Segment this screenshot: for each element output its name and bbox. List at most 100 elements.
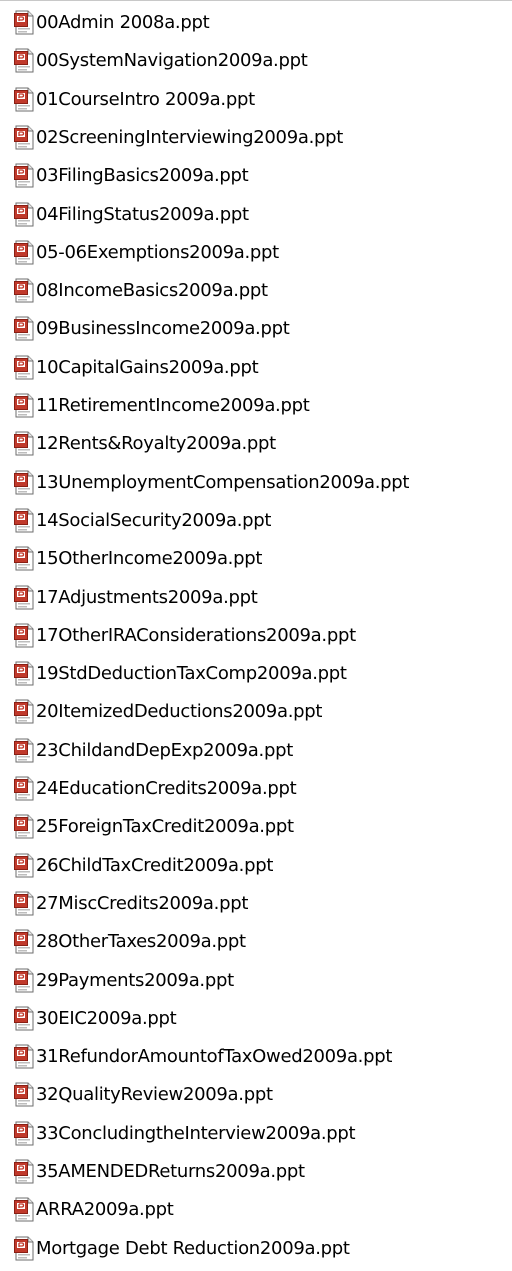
file-row[interactable]: 17Adjustments2009a.ppt <box>0 579 512 617</box>
powerpoint-file-icon[interactable] <box>14 661 35 686</box>
file-row[interactable]: 11RetirementIncome2009a.ppt <box>0 387 512 425</box>
file-row[interactable]: 26ChildTaxCredit2009a.ppt <box>0 847 512 885</box>
powerpoint-file-icon[interactable] <box>14 1082 35 1107</box>
file-row[interactable]: 17OtherIRAConsiderations2009a.ppt <box>0 617 512 655</box>
file-name[interactable]: 11RetirementIncome2009a.ppt <box>36 387 310 425</box>
powerpoint-file-icon[interactable] <box>14 316 35 341</box>
file-name[interactable]: 08IncomeBasics2009a.ppt <box>36 272 268 310</box>
file-row[interactable]: 00Admin 2008a.ppt <box>0 4 512 42</box>
file-name[interactable]: 03FilingBasics2009a.ppt <box>36 157 249 195</box>
file-row[interactable]: 03FilingBasics2009a.ppt <box>0 157 512 195</box>
file-row[interactable]: 08IncomeBasics2009a.ppt <box>0 272 512 310</box>
powerpoint-file-icon[interactable] <box>14 1197 35 1222</box>
file-row[interactable]: 13UnemploymentCompensation2009a.ppt <box>0 464 512 502</box>
powerpoint-file-icon[interactable] <box>14 470 35 495</box>
file-row[interactable]: 12Rents&Royalty2009a.ppt <box>0 425 512 463</box>
file-name[interactable]: 17OtherIRAConsiderations2009a.ppt <box>36 617 356 655</box>
powerpoint-file-icon[interactable] <box>14 1159 35 1184</box>
file-row[interactable]: 27MiscCredits2009a.ppt <box>0 885 512 923</box>
powerpoint-file-icon[interactable] <box>14 508 35 533</box>
file-row[interactable]: 28OtherTaxes2009a.ppt <box>0 923 512 961</box>
file-row[interactable]: 19StdDeductionTaxComp2009a.ppt <box>0 655 512 693</box>
file-name[interactable]: ARRA2009a.ppt <box>36 1191 174 1229</box>
powerpoint-file-icon[interactable] <box>14 202 35 227</box>
file-name[interactable]: 25ForeignTaxCredit2009a.ppt <box>36 808 294 846</box>
powerpoint-file-icon[interactable] <box>14 87 35 112</box>
file-row[interactable]: 35AMENDEDReturns2009a.ppt <box>0 1153 512 1191</box>
file-row[interactable]: 10CapitalGains2009a.ppt <box>0 349 512 387</box>
powerpoint-file-icon[interactable] <box>14 1044 35 1069</box>
file-name[interactable]: 24EducationCredits2009a.ppt <box>36 770 297 808</box>
powerpoint-file-icon[interactable] <box>14 1121 35 1146</box>
file-name[interactable]: 27MiscCredits2009a.ppt <box>36 885 248 923</box>
file-name[interactable]: 19StdDeductionTaxComp2009a.ppt <box>36 655 347 693</box>
file-name[interactable]: 28OtherTaxes2009a.ppt <box>36 923 246 961</box>
powerpoint-file-icon[interactable] <box>14 585 35 610</box>
file-name[interactable]: 20ItemizedDeductions2009a.ppt <box>36 693 322 731</box>
powerpoint-file-icon[interactable] <box>14 10 35 35</box>
file-row[interactable]: 29Payments2009a.ppt <box>0 962 512 1000</box>
file-name[interactable]: 09BusinessIncome2009a.ppt <box>36 310 290 348</box>
file-row[interactable]: 31RefundorAmountofTaxOwed2009a.ppt <box>0 1038 512 1076</box>
powerpoint-file-icon[interactable] <box>14 355 35 380</box>
file-row[interactable]: 00SystemNavigation2009a.ppt <box>0 42 512 80</box>
powerpoint-file-icon[interactable] <box>14 929 35 954</box>
file-name[interactable]: 02ScreeningInterviewing2009a.ppt <box>36 119 343 157</box>
file-name[interactable]: 04FilingStatus2009a.ppt <box>36 196 249 234</box>
file-name[interactable]: 35AMENDEDReturns2009a.ppt <box>36 1153 305 1191</box>
file-row[interactable]: 05-06Exemptions2009a.ppt <box>0 234 512 272</box>
powerpoint-file-icon[interactable] <box>14 431 35 456</box>
file-list: 00Admin 2008a.ppt 00SystemNavigation2009a… <box>0 0 512 1271</box>
file-row[interactable]: 01CourseIntro 2009a.ppt <box>0 81 512 119</box>
file-name[interactable]: 05-06Exemptions2009a.ppt <box>36 234 279 272</box>
file-name[interactable]: 12Rents&Royalty2009a.ppt <box>36 425 276 463</box>
file-row[interactable]: 30EIC2009a.ppt <box>0 1000 512 1038</box>
powerpoint-file-icon[interactable] <box>14 393 35 418</box>
powerpoint-file-icon[interactable] <box>14 163 35 188</box>
file-name[interactable]: 23ChildandDepExp2009a.ppt <box>36 732 293 770</box>
powerpoint-file-icon[interactable] <box>14 1236 35 1261</box>
file-name[interactable]: 17Adjustments2009a.ppt <box>36 579 258 617</box>
file-row[interactable]: 23ChildandDepExp2009a.ppt <box>0 732 512 770</box>
file-row[interactable]: 24EducationCredits2009a.ppt <box>0 770 512 808</box>
file-row[interactable]: 09BusinessIncome2009a.ppt <box>0 310 512 348</box>
file-row[interactable]: 20ItemizedDeductions2009a.ppt <box>0 693 512 731</box>
file-name[interactable]: 10CapitalGains2009a.ppt <box>36 349 259 387</box>
file-name[interactable]: 00Admin 2008a.ppt <box>36 4 210 42</box>
file-row[interactable]: 33ConcludingtheInterview2009a.ppt <box>0 1115 512 1153</box>
file-name[interactable]: 33ConcludingtheInterview2009a.ppt <box>36 1115 356 1153</box>
file-name[interactable]: 29Payments2009a.ppt <box>36 962 234 1000</box>
powerpoint-file-icon[interactable] <box>14 776 35 801</box>
file-name[interactable]: 30EIC2009a.ppt <box>36 1000 177 1038</box>
file-row[interactable]: 02ScreeningInterviewing2009a.ppt <box>0 119 512 157</box>
powerpoint-file-icon[interactable] <box>14 738 35 763</box>
file-name[interactable]: 13UnemploymentCompensation2009a.ppt <box>36 464 409 502</box>
powerpoint-file-icon[interactable] <box>14 814 35 839</box>
file-row[interactable]: Mortgage Debt Reduction2009a.ppt <box>0 1230 512 1268</box>
file-name[interactable]: 15OtherIncome2009a.ppt <box>36 540 262 578</box>
powerpoint-file-icon[interactable] <box>14 546 35 571</box>
powerpoint-file-icon[interactable] <box>14 699 35 724</box>
file-name[interactable]: 31RefundorAmountofTaxOwed2009a.ppt <box>36 1038 392 1076</box>
file-row[interactable]: 32QualityReview2009a.ppt <box>0 1076 512 1114</box>
file-row[interactable]: 14SocialSecurity2009a.ppt <box>0 502 512 540</box>
powerpoint-file-icon[interactable] <box>14 968 35 993</box>
file-name[interactable]: 14SocialSecurity2009a.ppt <box>36 502 271 540</box>
powerpoint-file-icon[interactable] <box>14 48 35 73</box>
powerpoint-file-icon[interactable] <box>14 125 35 150</box>
file-row[interactable]: 25ForeignTaxCredit2009a.ppt <box>0 808 512 846</box>
powerpoint-file-icon[interactable] <box>14 240 35 265</box>
file-name[interactable]: 00SystemNavigation2009a.ppt <box>36 42 308 80</box>
powerpoint-file-icon[interactable] <box>14 891 35 916</box>
powerpoint-file-icon[interactable] <box>14 278 35 303</box>
powerpoint-file-icon[interactable] <box>14 853 35 878</box>
file-name[interactable]: 26ChildTaxCredit2009a.ppt <box>36 847 273 885</box>
file-name[interactable]: Mortgage Debt Reduction2009a.ppt <box>36 1230 350 1268</box>
powerpoint-file-icon[interactable] <box>14 623 35 648</box>
file-row[interactable]: 04FilingStatus2009a.ppt <box>0 196 512 234</box>
file-row[interactable]: 15OtherIncome2009a.ppt <box>0 540 512 578</box>
powerpoint-file-icon[interactable] <box>14 1006 35 1031</box>
file-row[interactable]: ARRA2009a.ppt <box>0 1191 512 1229</box>
file-name[interactable]: 01CourseIntro 2009a.ppt <box>36 81 255 119</box>
file-name[interactable]: 32QualityReview2009a.ppt <box>36 1076 273 1114</box>
